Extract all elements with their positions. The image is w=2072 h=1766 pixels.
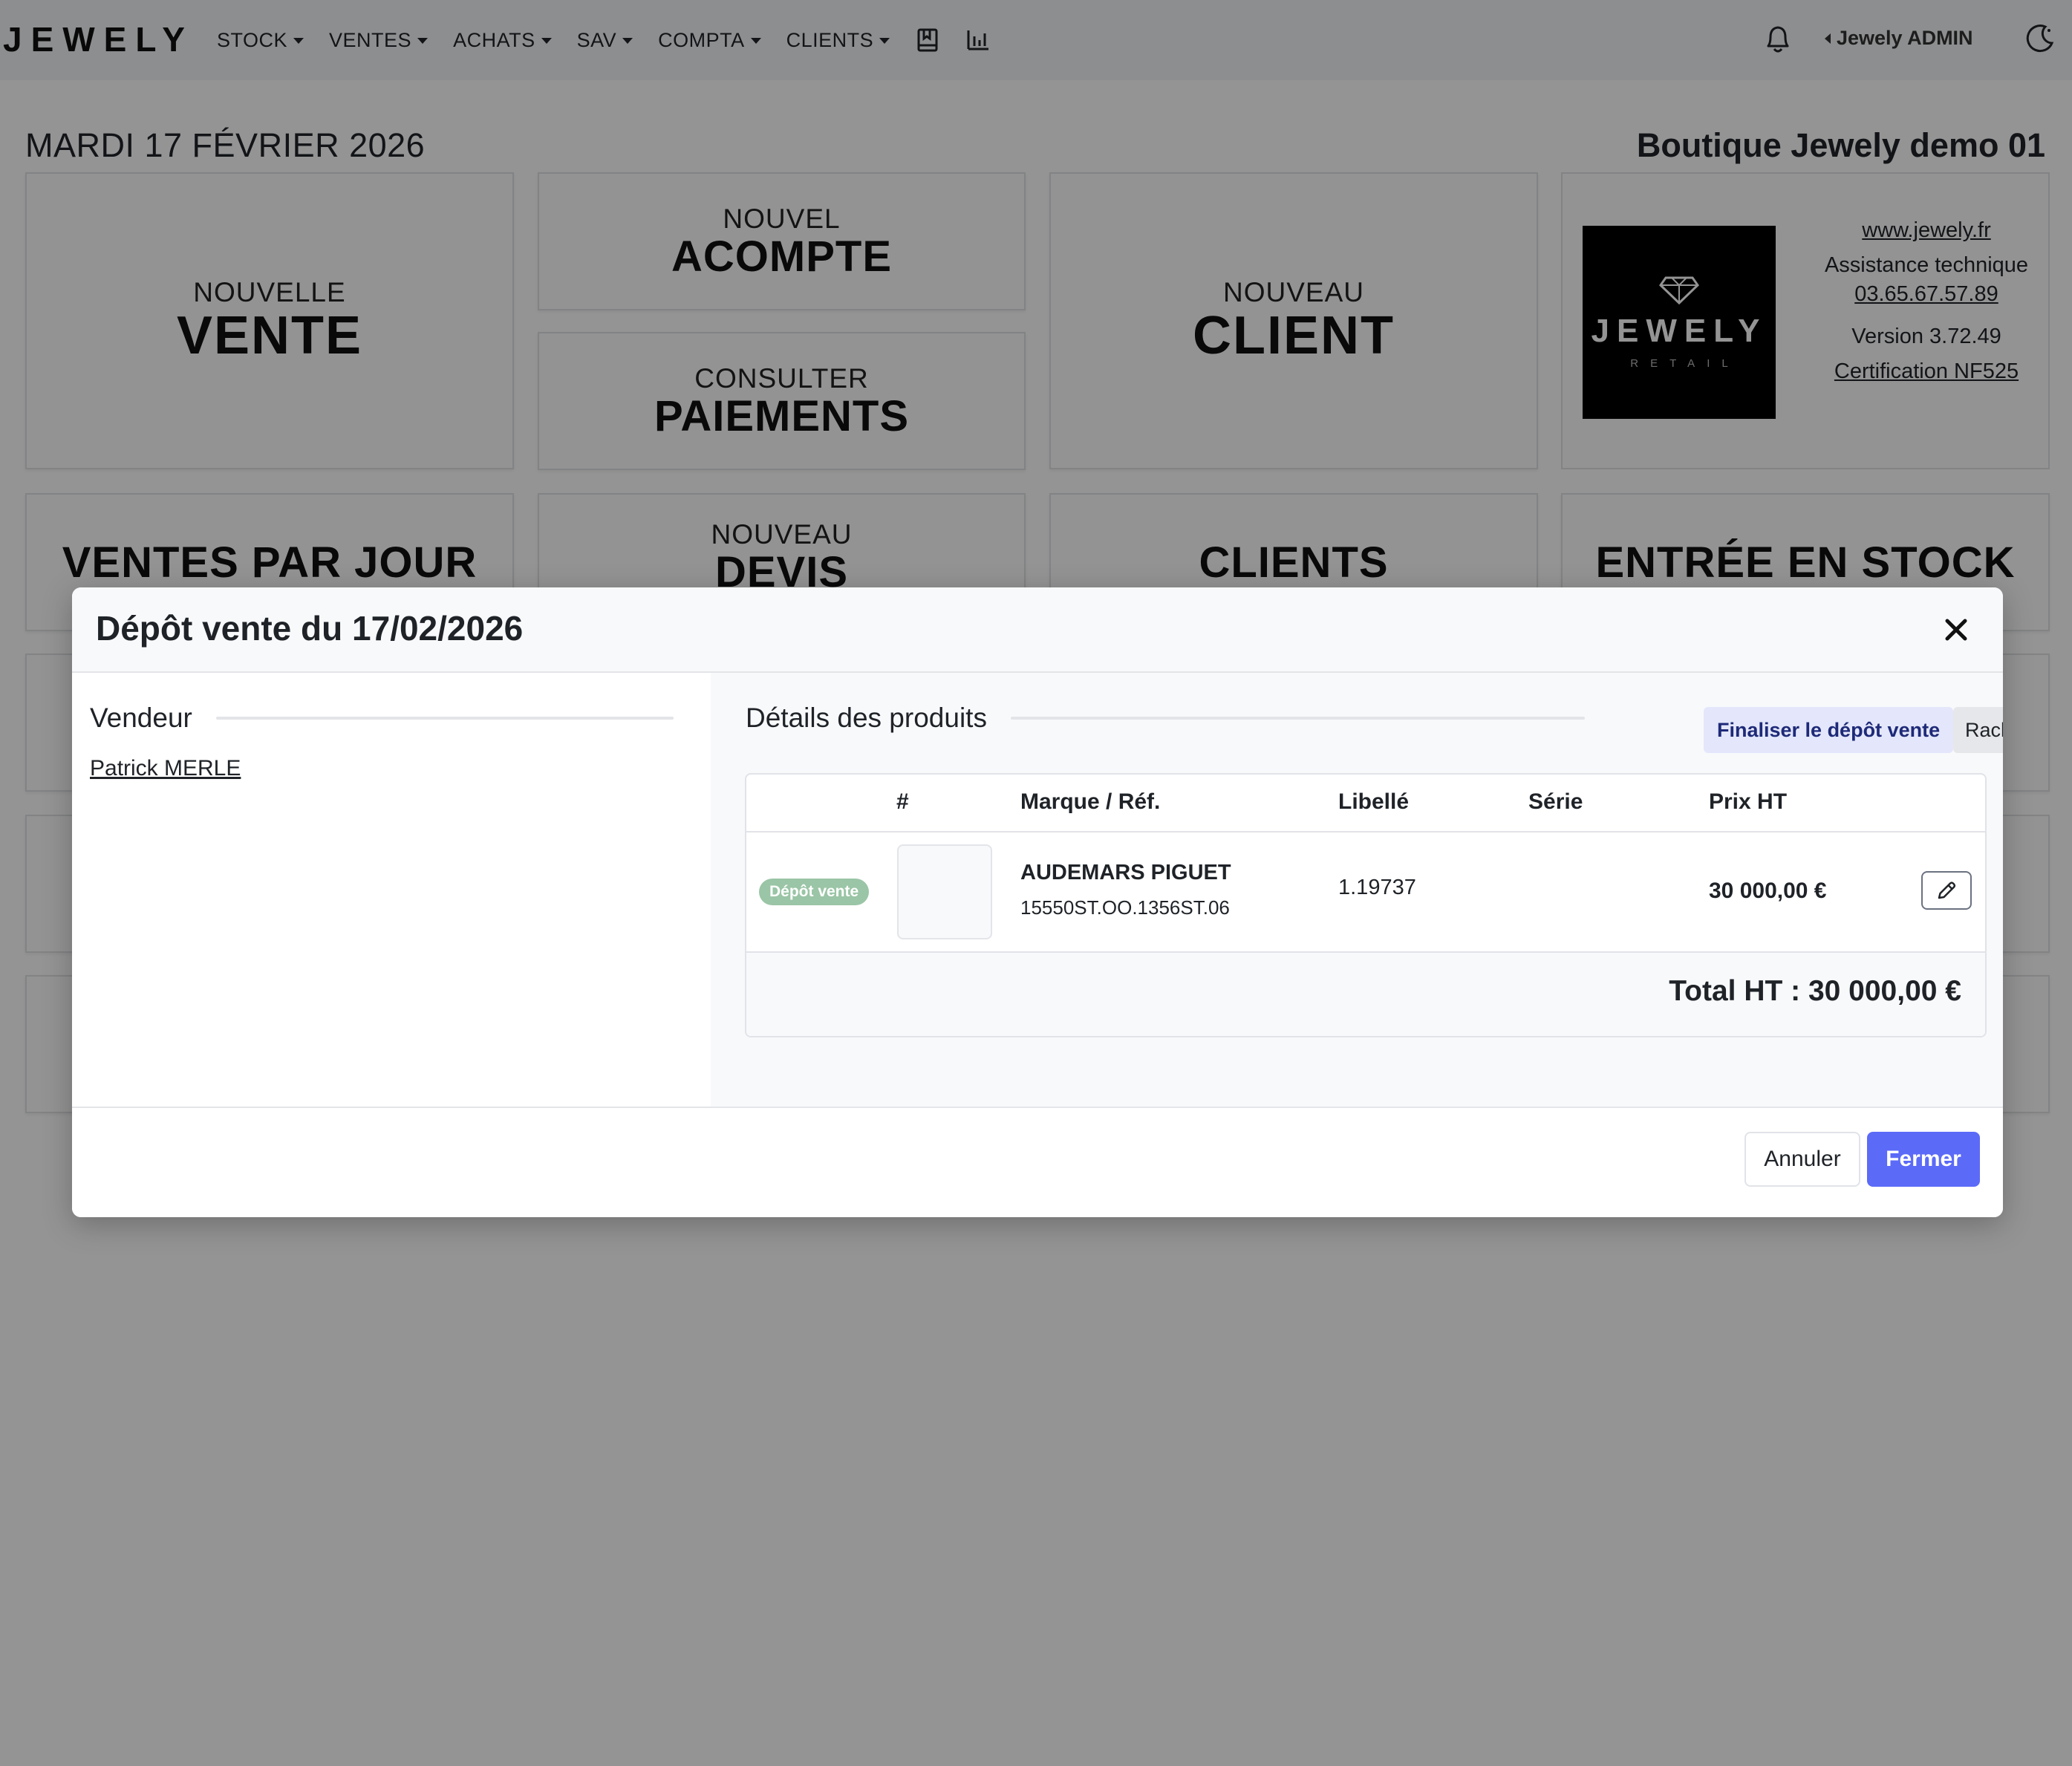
column-header-marque-ref: Marque / Réf. xyxy=(1020,789,1161,814)
racheter-button[interactable]: Racheter xyxy=(1953,707,2003,753)
table-row[interactable]: Dépôt vente AUDEMARS PIGUET 15550ST.OO.1… xyxy=(746,833,1985,953)
details-section-header: Détails des produits xyxy=(746,703,1585,734)
pencil-icon xyxy=(1938,882,1956,899)
modal-footer: Annuler Fermer xyxy=(72,1107,2003,1217)
annuler-button[interactable]: Annuler xyxy=(1744,1132,1860,1187)
table-footer: Total HT : 30 000,00 € xyxy=(746,953,1985,1036)
modal-title: Dépôt vente du 17/02/2026 xyxy=(96,609,524,648)
finaliser-depot-vente-button[interactable]: Finaliser le dépôt vente xyxy=(1704,707,1954,753)
table-header: # Marque / Réf. Libellé Série Prix HT xyxy=(746,775,1985,833)
column-header-number: # xyxy=(896,789,909,814)
vendeur-label: Vendeur xyxy=(90,703,192,733)
details-label: Détails des produits xyxy=(746,703,987,733)
edit-row-button[interactable] xyxy=(1921,871,1972,910)
product-thumbnail[interactable] xyxy=(897,844,992,939)
close-button[interactable] xyxy=(1935,608,1978,651)
column-header-prix-ht: Prix HT xyxy=(1709,789,1788,814)
fermer-button[interactable]: Fermer xyxy=(1867,1132,1980,1187)
status-badge: Dépôt vente xyxy=(759,879,870,905)
products-pane: Détails des produits Finaliser le dépôt … xyxy=(711,673,2003,1107)
column-header-libelle: Libellé xyxy=(1338,789,1410,814)
divider xyxy=(1010,717,1585,720)
page: JEWELY STOCK VENTES ACHATS SAV COMPTA CL… xyxy=(0,0,2072,1766)
product-price: 30 000,00 € xyxy=(1709,879,1827,903)
column-header-serie: Série xyxy=(1528,789,1583,814)
product-libelle: 1.19737 xyxy=(1338,876,1416,899)
close-icon xyxy=(1945,619,1967,641)
divider xyxy=(215,717,674,720)
vendeur-link[interactable]: Patrick MERLE xyxy=(90,756,241,781)
depot-vente-modal: Dépôt vente du 17/02/2026 Vendeur Patric… xyxy=(72,587,2003,1217)
modal-header: Dépôt vente du 17/02/2026 xyxy=(72,587,2003,673)
vendeur-pane: Vendeur Patrick MERLE xyxy=(72,673,711,1107)
total-ht: Total HT : 30 000,00 € xyxy=(1669,975,1961,1007)
vendeur-section-header: Vendeur xyxy=(90,703,674,734)
product-reference: 15550ST.OO.1356ST.06 xyxy=(1020,896,1230,919)
product-brand: AUDEMARS PIGUET xyxy=(1020,861,1231,884)
products-table: # Marque / Réf. Libellé Série Prix HT Dé… xyxy=(745,773,1987,1037)
